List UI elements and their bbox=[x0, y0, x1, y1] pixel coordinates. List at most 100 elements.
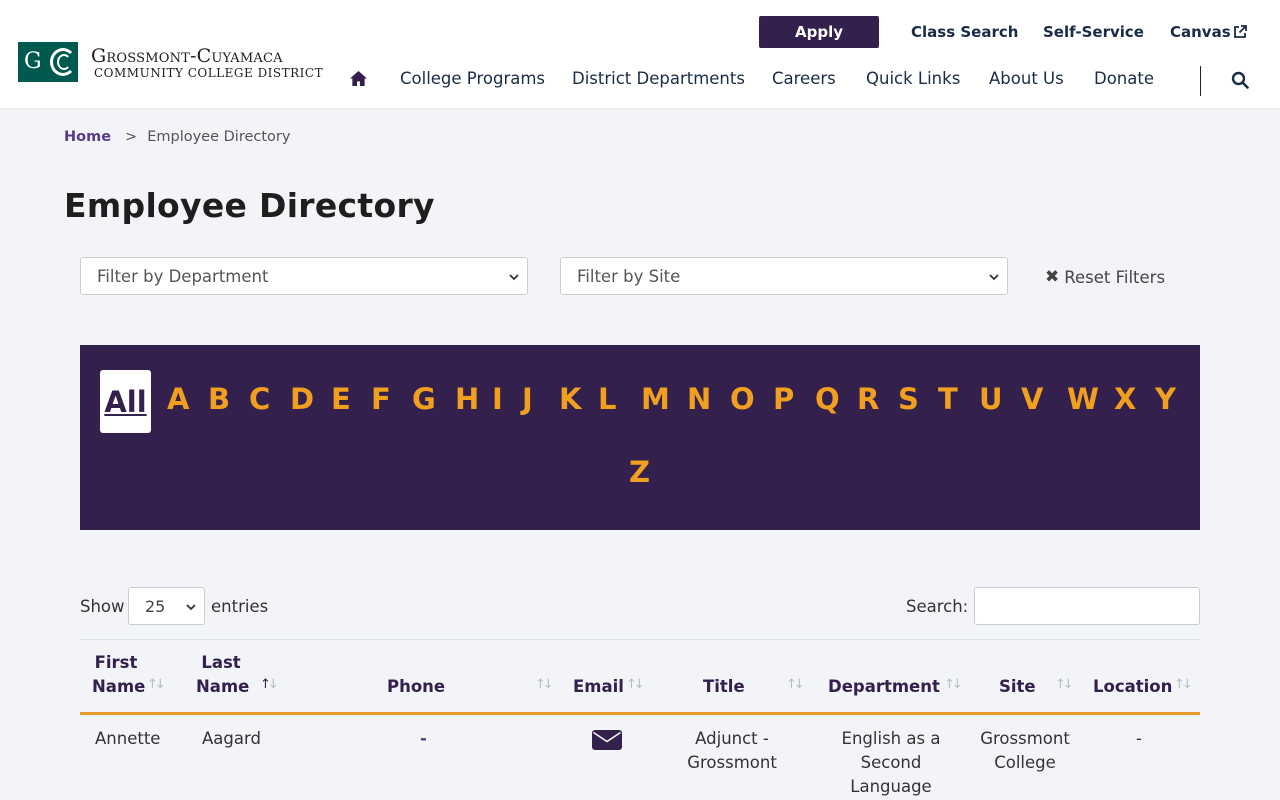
sort-glyph: ↑↓ bbox=[535, 677, 554, 692]
nav-about-us[interactable]: About Us bbox=[989, 69, 1064, 88]
reset-filters-label: Reset Filters bbox=[1064, 267, 1166, 287]
site-filter-value: Filter by Site bbox=[577, 266, 681, 286]
sort-glyph: ↑↓ bbox=[626, 677, 645, 692]
letter-filter-x[interactable]: X bbox=[1114, 382, 1136, 416]
department-filter-select[interactable]: Filter by Department bbox=[80, 257, 528, 295]
entries-label: entries bbox=[211, 597, 269, 616]
nav-district-departments[interactable]: District Departments bbox=[572, 69, 745, 88]
class-search-link[interactable]: Class Search bbox=[911, 23, 1018, 41]
column-header-phone[interactable]: Phone bbox=[387, 675, 445, 699]
department-filter-value: Filter by Department bbox=[97, 266, 269, 286]
column-header-email[interactable]: Email bbox=[573, 675, 624, 699]
letter-filter-e[interactable]: E bbox=[331, 382, 351, 416]
column-header-first-name[interactable]: First Name bbox=[92, 651, 146, 699]
cell-department: English as a Second Language bbox=[836, 727, 946, 799]
letter-filter-v[interactable]: V bbox=[1021, 382, 1043, 416]
letter-filter-b[interactable]: B bbox=[208, 382, 230, 416]
letter-filter-m[interactable]: M bbox=[641, 382, 670, 416]
column-header-site[interactable]: Site bbox=[999, 675, 1036, 699]
table-top-border bbox=[80, 639, 1200, 640]
cell-phone[interactable]: - bbox=[420, 727, 427, 751]
breadcrumb-home[interactable]: Home bbox=[64, 129, 111, 145]
reset-filters-button[interactable]: ✖ Reset Filters bbox=[1045, 267, 1165, 287]
letter-filter-g[interactable]: G bbox=[412, 382, 436, 416]
column-header-title[interactable]: Title bbox=[703, 675, 745, 699]
table-search-label: Search: bbox=[906, 597, 969, 616]
show-label: Show bbox=[80, 597, 125, 616]
page-title: Employee Directory bbox=[64, 186, 435, 225]
sort-glyph: ↑↓ bbox=[786, 677, 805, 692]
sort-down-arrow: ↓ bbox=[267, 677, 279, 692]
letter-filter-h[interactable]: H bbox=[455, 382, 479, 416]
letter-filter-t[interactable]: T bbox=[938, 382, 958, 416]
cell-department-line: English as a bbox=[841, 729, 941, 748]
letter-filter-j[interactable]: J bbox=[522, 382, 533, 416]
logo-line-2: Community College District bbox=[94, 65, 324, 80]
external-link-icon bbox=[1234, 25, 1247, 38]
letter-filter-u[interactable]: U bbox=[979, 382, 1003, 416]
letter-filter-a[interactable]: A bbox=[167, 382, 189, 416]
alphabet-filter-bar: All ABCDEFGHIJKLMNOPQRSTUVWXY Z bbox=[80, 345, 1200, 530]
letter-filter-w[interactable]: W bbox=[1067, 382, 1099, 416]
letter-filter-o[interactable]: O bbox=[730, 382, 755, 416]
sort-icon[interactable]: ↑↓ bbox=[626, 677, 645, 692]
sort-up-arrow: ↑ bbox=[260, 677, 271, 692]
sort-icon[interactable]: ↑↓ bbox=[786, 677, 805, 692]
letter-filter-z[interactable]: Z bbox=[629, 455, 650, 489]
letter-filter-l[interactable]: L bbox=[598, 382, 616, 416]
table-search-input[interactable] bbox=[974, 587, 1200, 625]
letter-filter-y[interactable]: Y bbox=[1155, 382, 1176, 416]
breadcrumb: Home > Employee Directory bbox=[64, 129, 290, 145]
entries-per-page-value: 25 bbox=[145, 596, 166, 616]
letter-filter-n[interactable]: N bbox=[687, 382, 711, 416]
cell-title-line: Adjunct - bbox=[695, 729, 769, 748]
site-filter-select[interactable]: Filter by Site bbox=[560, 257, 1008, 295]
letter-filter-r[interactable]: R bbox=[857, 382, 879, 416]
self-service-link[interactable]: Self-Service bbox=[1043, 23, 1144, 41]
letter-filter-c[interactable]: C bbox=[249, 382, 270, 416]
search-icon[interactable] bbox=[1231, 71, 1249, 89]
sort-icon[interactable]: ↑↓ bbox=[1055, 677, 1074, 692]
nav-college-programs[interactable]: College Programs bbox=[400, 69, 545, 88]
header-text: Name bbox=[92, 677, 146, 696]
nav-donate[interactable]: Donate bbox=[1094, 69, 1154, 88]
logo-crescent-inner bbox=[57, 54, 71, 70]
letter-filter-i[interactable]: I bbox=[492, 382, 503, 416]
sort-glyph: ↑↓ bbox=[147, 677, 166, 692]
letter-filter-all[interactable]: All bbox=[100, 370, 151, 433]
sort-icon[interactable]: ↑↓ bbox=[1174, 677, 1193, 692]
envelope-icon[interactable] bbox=[592, 730, 622, 750]
nav-careers[interactable]: Careers bbox=[772, 69, 836, 88]
cell-site-line: Grossmont bbox=[980, 729, 1070, 748]
letter-filter-q[interactable]: Q bbox=[815, 382, 840, 416]
cell-department-line: Language bbox=[850, 777, 932, 796]
canvas-link[interactable]: Canvas bbox=[1170, 23, 1231, 41]
sort-icon[interactable]: ↑↓ bbox=[147, 677, 166, 692]
sort-glyph: ↑↓ bbox=[1055, 677, 1074, 692]
site-header: G Grossmont-Cuyamaca Community College D… bbox=[0, 0, 1280, 108]
letter-filter-p[interactable]: P bbox=[773, 382, 794, 416]
breadcrumb-separator: > bbox=[125, 129, 138, 145]
letter-filter-s[interactable]: S bbox=[898, 382, 919, 416]
sort-icon[interactable]: ↑↓ bbox=[944, 677, 963, 692]
column-header-location[interactable]: Location bbox=[1093, 675, 1172, 699]
cell-location: - bbox=[1136, 729, 1142, 748]
letter-filter-k[interactable]: K bbox=[559, 382, 581, 416]
letter-filter-f[interactable]: F bbox=[371, 382, 391, 416]
column-header-last-name[interactable]: Last Name bbox=[196, 651, 249, 699]
close-icon: ✖ bbox=[1045, 267, 1060, 287]
header-text: First bbox=[94, 653, 138, 672]
apply-button[interactable]: Apply bbox=[759, 16, 879, 48]
table-header-divider bbox=[80, 712, 1200, 715]
entries-per-page-select[interactable]: 25 bbox=[128, 587, 205, 625]
sort-ascending-icon[interactable]: ↑↓ bbox=[260, 677, 279, 692]
column-header-department[interactable]: Department bbox=[828, 675, 940, 699]
letter-filter-d[interactable]: D bbox=[290, 382, 314, 416]
home-icon[interactable] bbox=[349, 70, 368, 87]
sort-icon[interactable]: ↑↓ bbox=[535, 677, 554, 692]
nav-quick-links[interactable]: Quick Links bbox=[866, 69, 960, 88]
district-logo[interactable]: G Grossmont-Cuyamaca Community College D… bbox=[18, 42, 323, 82]
cell-site-line: College bbox=[994, 753, 1056, 772]
sort-glyph: ↑↓ bbox=[1174, 677, 1193, 692]
logo-line-1: Grossmont-Cuyamaca bbox=[91, 44, 283, 67]
